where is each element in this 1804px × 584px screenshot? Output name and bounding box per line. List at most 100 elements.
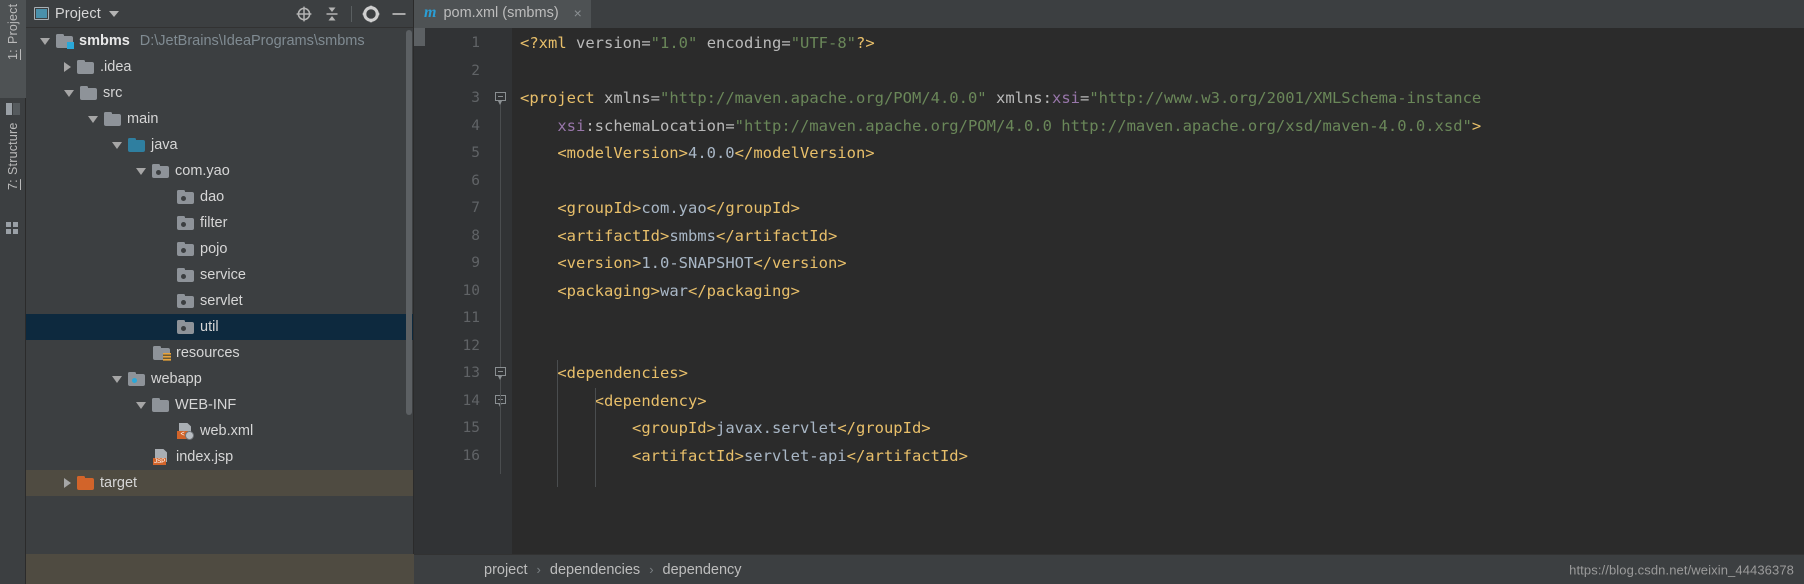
gear-icon[interactable] <box>362 5 380 23</box>
toolwindow-button-project[interactable]: 1: Project <box>0 0 26 98</box>
code-line-6[interactable] <box>512 168 1804 196</box>
tree-row-smbms[interactable]: smbms D:\JetBrains\IdeaPrograms\smbms <box>26 28 414 54</box>
line-number: 15 <box>462 420 480 436</box>
tree-row-web-inf[interactable]: WEB-INF <box>26 392 414 418</box>
code-line-2[interactable] <box>512 58 1804 86</box>
chevron-down-icon[interactable] <box>112 141 122 149</box>
code-line-1[interactable]: <?xml version="1.0" encoding="UTF-8"?> <box>512 30 1804 58</box>
tree-row-java[interactable]: java <box>26 132 414 158</box>
chevron-down-icon[interactable] <box>136 401 146 409</box>
tree-row-label: main <box>127 111 159 127</box>
project-tool-window: Project smbms D:\JetBrains\IdeaPrograms\… <box>26 0 414 584</box>
package-folder-icon <box>177 293 194 308</box>
webapp-folder-icon <box>128 371 145 386</box>
tree-row-service[interactable]: service <box>26 262 414 288</box>
breadcrumb-item-project[interactable]: project <box>484 562 528 578</box>
editor-tab-bar: m pom.xml (smbms) × <box>414 0 1804 28</box>
minimize-icon[interactable] <box>390 5 408 23</box>
tree-row-label: src <box>103 85 123 101</box>
package-folder-icon <box>177 267 194 282</box>
folder-icon <box>80 85 97 100</box>
code-line-16[interactable]: <artifactId>servlet-api</artifactId> <box>512 443 1804 471</box>
code-line-14[interactable]: <dependency> <box>512 388 1804 416</box>
project-tree[interactable]: smbms D:\JetBrains\IdeaPrograms\smbms .ide… <box>26 28 414 584</box>
package-folder-icon <box>177 319 194 334</box>
chevron-right-icon[interactable] <box>64 478 71 488</box>
fold-guide-line <box>500 101 501 404</box>
tree-row-label: dao <box>200 189 225 205</box>
tree-row-filter[interactable]: filter <box>26 210 414 236</box>
tree-row-src[interactable]: src <box>26 80 414 106</box>
resources-folder-icon <box>153 345 171 361</box>
chevron-right-icon[interactable] <box>64 62 71 72</box>
indent-guide <box>594 387 596 487</box>
line-number: 6 <box>471 172 480 189</box>
collapse-all-icon[interactable] <box>323 5 341 23</box>
code-line-12[interactable] <box>512 333 1804 361</box>
idea-window: 1: Project 7: Structure Project smbms D:… <box>0 0 1804 584</box>
code-line-4[interactable]: xsi:schemaLocation="http://maven.apache.… <box>512 113 1804 141</box>
code-line-7[interactable]: <groupId>com.yao</groupId> <box>512 195 1804 223</box>
editor-tab-pom-xml[interactable]: m pom.xml (smbms) × <box>414 0 591 28</box>
tree-row-label: service <box>200 267 246 283</box>
chevron-down-icon[interactable] <box>40 37 50 45</box>
jsp-file-icon: JSP <box>153 449 170 465</box>
indent-guide <box>557 360 559 487</box>
tree-row-resources[interactable]: resources <box>26 340 414 366</box>
editor-area: m pom.xml (smbms) × 1 2 3 4 5 6 7 8 9 10 11 12 13 14 1… <box>414 0 1804 584</box>
toolwindow-button-structure[interactable]: 7: Structure <box>0 118 26 218</box>
tree-row-web-xml[interactable]: < web.xml <box>26 418 414 444</box>
code-line-13[interactable]: <dependencies> <box>512 360 1804 388</box>
project-panel-header: Project <box>26 0 414 28</box>
line-number: 3 <box>471 90 480 106</box>
tree-row-util[interactable]: util <box>26 314 414 340</box>
editor-tab-label: pom.xml (smbms) <box>443 5 559 21</box>
tree-row-index-jsp[interactable]: JSP index.jsp <box>26 444 414 470</box>
tree-row-target[interactable]: target <box>26 470 414 496</box>
breadcrumb-item-dependencies[interactable]: dependencies <box>550 562 640 578</box>
code-line-9[interactable]: <version>1.0-SNAPSHOT</version> <box>512 250 1804 278</box>
web-xml-file-icon: < <box>177 423 194 440</box>
target-crosshair-icon[interactable] <box>295 5 313 23</box>
tree-row-com-yao[interactable]: com.yao <box>26 158 414 184</box>
tree-row-main[interactable]: main <box>26 106 414 132</box>
tree-row-label: java <box>151 137 178 153</box>
tree-row-dao[interactable]: dao <box>26 184 414 210</box>
line-number: 16 <box>462 447 480 464</box>
chevron-down-icon[interactable] <box>136 167 146 175</box>
code-line-11[interactable] <box>512 305 1804 333</box>
tree-row-pojo[interactable]: pojo <box>26 236 414 262</box>
code-line-10[interactable]: <packaging>war</packaging> <box>512 278 1804 306</box>
folder-icon <box>152 397 169 412</box>
code-line-5[interactable]: <modelVersion>4.0.0</modelVersion> <box>512 140 1804 168</box>
code-text[interactable]: <?xml version="1.0" encoding="UTF-8"?> <… <box>512 28 1804 554</box>
chevron-down-icon[interactable] <box>88 115 98 123</box>
breadcrumb[interactable]: project › dependencies › dependency <box>484 561 742 579</box>
tree-row-servlet[interactable]: servlet <box>26 288 414 314</box>
code-line-15[interactable]: <groupId>javax.servlet</groupId> <box>512 415 1804 443</box>
chevron-down-icon[interactable] <box>108 10 119 17</box>
tree-row-label: index.jsp <box>176 449 234 465</box>
code-folding-gutter[interactable] <box>490 28 512 554</box>
toolwindow-structure-number: 7: <box>6 179 20 191</box>
maven-file-icon: m <box>424 4 437 21</box>
chevron-down-icon[interactable] <box>64 89 74 97</box>
close-icon[interactable]: × <box>574 6 582 20</box>
package-folder-icon <box>177 215 194 230</box>
chevron-down-icon[interactable] <box>112 375 122 383</box>
code-line-3[interactable]: <project xmlns="http://maven.apache.org/… <box>512 85 1804 113</box>
line-number: 7 <box>471 200 480 216</box>
tree-row-path: D:\JetBrains\IdeaPrograms\smbms <box>139 33 365 49</box>
fold-marker-line-13[interactable] <box>495 367 506 380</box>
package-folder-icon <box>177 241 194 256</box>
project-tree-scrollbar[interactable] <box>405 28 413 584</box>
fold-marker-line-3[interactable] <box>495 92 506 105</box>
scrollbar-thumb[interactable] <box>406 30 412 415</box>
tree-row--idea[interactable]: .idea <box>26 54 414 80</box>
line-number: 5 <box>471 145 480 161</box>
tree-row-webapp[interactable]: webapp <box>26 366 414 392</box>
code-viewport[interactable]: 1 2 3 4 5 6 7 8 9 10 11 12 13 14 15 16 <?xml version="1… <box>414 28 1804 554</box>
fold-guide-line <box>500 407 501 474</box>
breadcrumb-item-dependency[interactable]: dependency <box>663 562 742 578</box>
code-line-8[interactable]: <artifactId>smbms</artifactId> <box>512 223 1804 251</box>
